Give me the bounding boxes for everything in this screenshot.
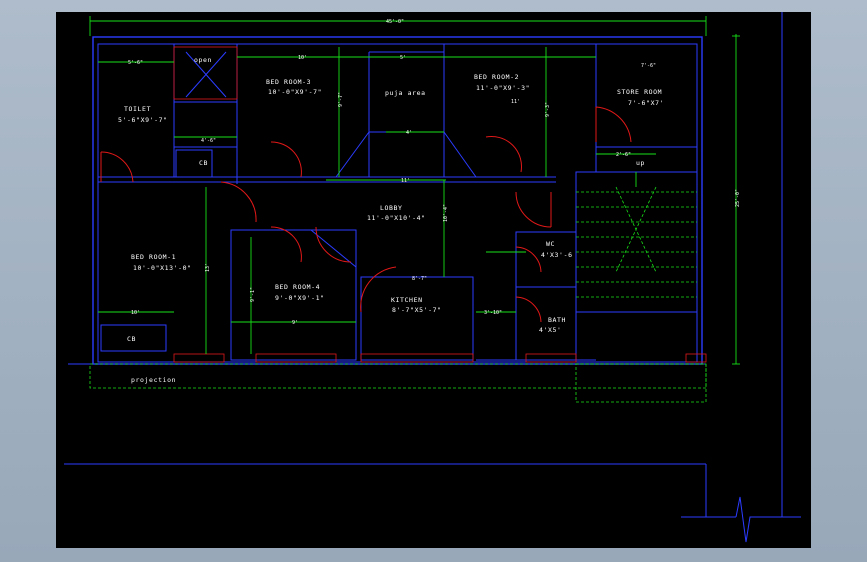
floor-plan-drawing: 45'-0" 25'-0" TOILET 5'-6"X9'-7" open BE… <box>64 12 801 543</box>
dim-bed4-h: 9'-1" <box>250 287 256 302</box>
label-store-size: 7'-6"X7' <box>628 99 664 107</box>
dim-store-h: 2'-6" <box>616 152 631 158</box>
label-lobby-size: 11'-0"X10'-4" <box>367 214 426 222</box>
label-cb-upper: CB <box>199 159 208 167</box>
label-bed2-size: 11'-0"X9'-3" <box>476 84 530 92</box>
dim-bed1-w: 10' <box>131 310 140 316</box>
dim-bed2-w: 11' <box>511 99 520 105</box>
dim-bed4-w: 9' <box>292 320 298 326</box>
label-lobby: LOBBY <box>380 204 403 212</box>
label-bed2: BED ROOM-2 <box>474 73 519 81</box>
label-up: up <box>636 159 645 167</box>
staircase <box>576 172 697 298</box>
label-bath-size: 4'X5' <box>539 326 562 334</box>
dim-puja-w: 5' <box>400 55 406 61</box>
label-bed1-size: 10'-0"X13'-0" <box>133 264 192 272</box>
label-bed3: BED ROOM-3 <box>266 78 311 86</box>
open-shaft-hatch <box>173 46 238 100</box>
overall-width-label: 45'-0" <box>386 19 404 25</box>
cupboards <box>100 149 213 352</box>
dim-bed1-h: 13' <box>205 263 211 272</box>
label-open: open <box>194 56 212 64</box>
cad-viewport[interactable]: 45'-0" 25'-0" TOILET 5'-6"X9'-7" open BE… <box>56 12 811 548</box>
dim-bath: 3'-10" <box>484 310 502 316</box>
dim-bed3-h: 9'-7" <box>338 92 344 107</box>
label-projection: projection <box>131 376 176 384</box>
dim-bed3-w: 10' <box>298 55 307 61</box>
dim-toilet-w: 5'-6" <box>128 60 143 66</box>
dim-store-w: 7'-6" <box>641 63 656 69</box>
label-kitchen-size: 8'-7"X5'-7" <box>392 306 442 314</box>
label-wc-size: 4'X3'-6 <box>541 251 573 259</box>
label-cb-lower: CB <box>127 335 136 343</box>
interior-dimension-lines <box>98 47 656 354</box>
label-bath: BATH <box>548 316 566 324</box>
label-bed4-size: 9'-0"X9'-1" <box>275 294 325 302</box>
projection-outline <box>89 363 707 403</box>
dim-toilet-h: 4'-6" <box>201 138 216 144</box>
label-bed4: BED ROOM-4 <box>275 283 320 291</box>
dim-kitchen-w: 8'-7" <box>412 276 427 282</box>
label-kitchen: KITCHEN <box>391 296 423 304</box>
label-wc: WC <box>546 240 555 248</box>
dim-lobby-w: 11' <box>401 178 410 184</box>
overall-depth-label: 25'-0" <box>735 189 741 207</box>
label-store: STORE ROOM <box>617 88 662 96</box>
label-toilet: TOILET <box>124 105 151 113</box>
label-bed1: BED ROOM-1 <box>131 253 176 261</box>
windows <box>173 353 707 363</box>
label-toilet-size: 5'-6"X9'-7" <box>118 116 168 124</box>
outer-walls <box>68 36 706 365</box>
doors <box>100 106 632 323</box>
label-puja: puja area <box>385 89 426 97</box>
label-bed3-size: 10'-0"X9'-7" <box>268 88 322 96</box>
dim-puja-h: 4' <box>406 130 412 136</box>
dim-lobby-h: 10'-4" <box>443 204 449 222</box>
dim-bed2-h: 9'-3" <box>545 102 551 117</box>
